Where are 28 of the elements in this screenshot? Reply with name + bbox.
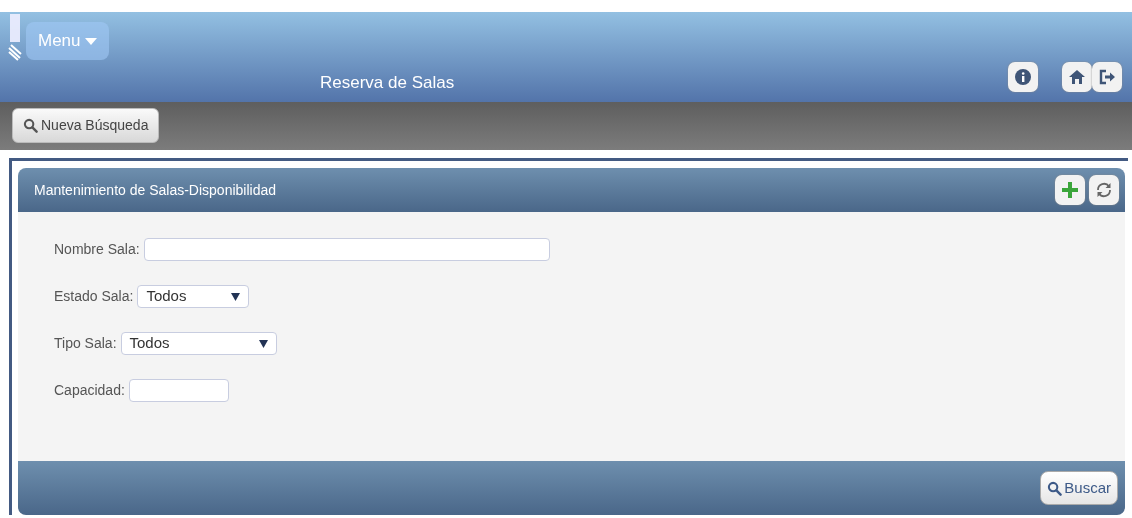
field-label: Capacidad: (54, 381, 125, 400)
caret-icon (231, 292, 241, 301)
refresh-button[interactable] (1089, 175, 1119, 205)
search-button[interactable]: Buscar (1040, 471, 1118, 505)
plus-icon (1062, 182, 1078, 198)
field-label: Nombre Sala: (54, 240, 140, 259)
field-label: Tipo Sala: (54, 334, 117, 353)
caret-icon (84, 37, 97, 45)
refresh-icon (1095, 181, 1113, 199)
caret-icon (258, 339, 268, 348)
home-icon (1068, 69, 1086, 85)
crest-logo (8, 14, 22, 62)
logout-icon (1098, 69, 1116, 85)
page-title: Reserva de Salas (320, 72, 455, 94)
info-icon (1015, 69, 1031, 85)
select-field[interactable]: Todos (120, 332, 277, 355)
select-field[interactable]: Todos (137, 285, 250, 308)
add-button[interactable] (1055, 175, 1085, 205)
home-button[interactable] (1062, 62, 1092, 92)
search-icon (1047, 480, 1063, 496)
panel-title: Mantenimiento de Salas-Disponibilidad (34, 180, 278, 200)
input-field[interactable] (128, 379, 229, 402)
search-icon (23, 118, 38, 133)
new-search-button[interactable]: Nueva Búsqueda (12, 108, 160, 143)
info-button[interactable] (1008, 62, 1038, 92)
input-field[interactable] (143, 238, 550, 261)
field-label: Estado Sala: (54, 287, 134, 306)
logout-button[interactable] (1092, 62, 1122, 92)
